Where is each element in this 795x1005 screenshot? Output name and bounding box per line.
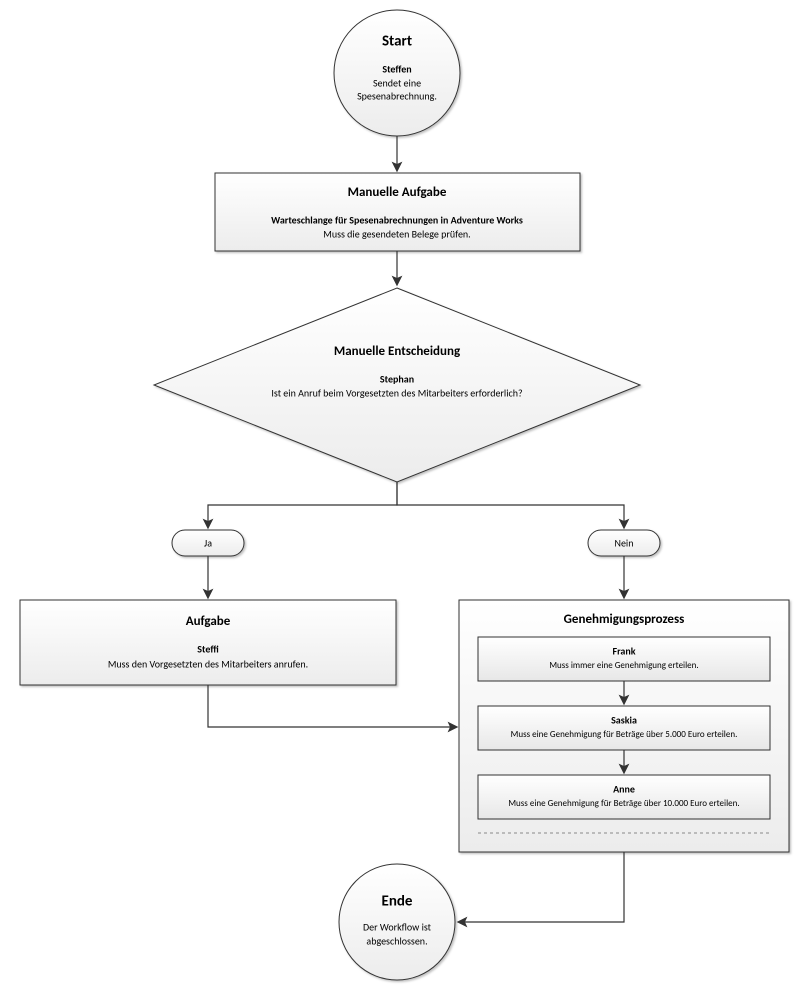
- start-line1: Sendet eine: [373, 76, 421, 89]
- approval-step-1: Frank Muss immer eine Genehmigung erteil…: [478, 637, 770, 681]
- aufgabe-actor: Steffi: [197, 642, 218, 655]
- approval-title: Genehmigungsprozess: [564, 612, 685, 627]
- decision-title: Manuelle Entscheidung: [334, 344, 461, 359]
- aufgabe-title: Aufgabe: [186, 614, 231, 629]
- approval-step-1-desc: Muss immer eine Genehmigung erteilen.: [549, 660, 698, 671]
- aufgabe-node: Aufgabe Steffi Muss den Vorgesetzten des…: [20, 600, 396, 685]
- approval-step-2: Saskia Muss eine Genehmigung für Beträge…: [478, 706, 770, 750]
- arrow-approval-to-end: [459, 852, 624, 922]
- aufgabe-desc: Muss den Vorgesetzten des Mitarbeiters a…: [108, 657, 308, 670]
- approval-node: Genehmigungsprozess Frank Muss immer ein…: [459, 600, 789, 852]
- yes-pill: Ja: [172, 530, 244, 556]
- workflow-diagram: Start Steffen Sendet eine Spesenabrechnu…: [0, 0, 795, 1005]
- decision-actor: Stephan: [380, 372, 414, 385]
- no-label: Nein: [615, 536, 634, 549]
- manual-task-node: Manuelle Aufgabe Warteschlange für Spese…: [215, 173, 580, 251]
- start-node: Start Steffen Sendet eine Spesenabrechnu…: [334, 10, 460, 136]
- start-line2: Spesenabrechnung.: [357, 89, 437, 102]
- end-title: Ende: [382, 893, 413, 911]
- manual-task-subtitle: Warteschlange für Spesenabrechnungen in …: [271, 213, 523, 226]
- approval-step-2-desc: Muss eine Genehmigung für Beträge über 5…: [511, 729, 738, 740]
- approval-step-3-actor: Anne: [613, 782, 635, 795]
- decision-node: Manuelle Entscheidung Stephan Ist ein An…: [154, 288, 640, 482]
- approval-step-1-actor: Frank: [612, 644, 635, 657]
- no-pill: Nein: [588, 530, 660, 556]
- yes-label: Ja: [204, 536, 212, 549]
- approval-step-3: Anne Muss eine Genehmigung für Beträge ü…: [478, 775, 770, 819]
- decision-question: Ist ein Anruf beim Vorgesetzten des Mita…: [271, 386, 523, 399]
- arrow-aufgabe-to-approval: [208, 685, 456, 727]
- arrow-decision-yes: [208, 482, 397, 527]
- approval-step-3-desc: Muss eine Genehmigung für Beträge über 1…: [508, 798, 739, 809]
- start-actor: Steffen: [382, 62, 411, 75]
- manual-task-desc: Muss die gesendeten Belege prüfen.: [323, 227, 470, 240]
- manual-task-title: Manuelle Aufgabe: [348, 185, 447, 200]
- arrow-decision-no: [397, 482, 624, 527]
- end-node: Ende Der Workflow ist abgeschlossen.: [339, 864, 455, 980]
- approval-step-2-actor: Saskia: [611, 713, 637, 726]
- end-line1: Der Workflow ist: [363, 920, 432, 933]
- end-line2: abgeschlossen.: [366, 934, 427, 947]
- start-title: Start: [382, 33, 412, 51]
